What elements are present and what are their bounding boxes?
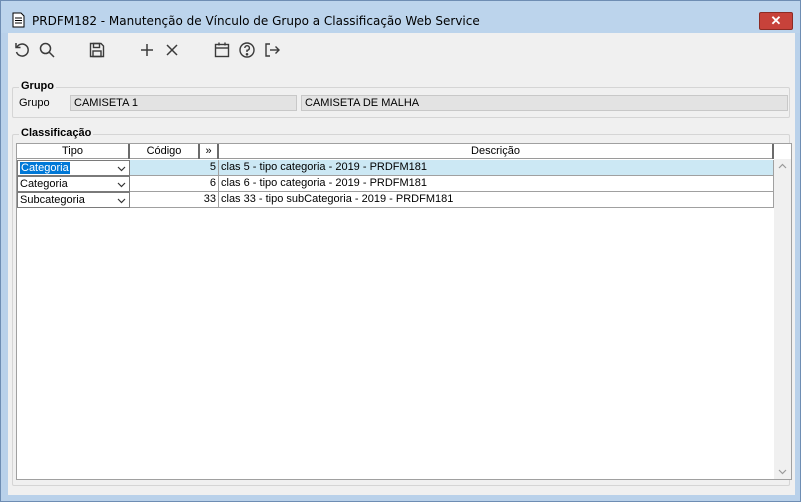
grupo-label: Grupo [19, 97, 50, 109]
codigo-cell[interactable]: 33 [130, 192, 219, 208]
table-row[interactable]: Categoria 5 clas 5 - tipo categoria - 20… [17, 160, 774, 176]
grid-header: Tipo Código » Descrição [17, 144, 774, 159]
exit-button[interactable] [262, 40, 282, 60]
column-header-codigo[interactable]: Código [130, 144, 200, 159]
calendar-icon [214, 42, 230, 58]
close-button[interactable]: ✕ [759, 12, 793, 30]
toolbar [8, 33, 795, 67]
codigo-cell[interactable]: 5 [130, 160, 219, 176]
classificacao-grid: Tipo Código » Descrição Categoria 5 clas… [16, 143, 792, 480]
delete-icon [166, 44, 178, 56]
grupo-description-field[interactable]: CAMISETA DE MALHA [301, 95, 788, 111]
save-icon [89, 42, 105, 58]
help-icon [239, 42, 255, 58]
scroll-down-icon[interactable] [778, 469, 787, 475]
exit-icon [265, 43, 280, 57]
save-button[interactable] [87, 40, 107, 60]
scroll-up-icon[interactable] [778, 163, 787, 169]
table-row[interactable]: Subcategoria 33 clas 33 - tipo subCatego… [17, 192, 774, 208]
title-bar: PRDFM182 - Manutenção de Vínculo de Grup… [1, 1, 800, 33]
column-header-tipo[interactable]: Tipo [17, 144, 130, 159]
undo-button[interactable] [12, 40, 32, 60]
delete-button[interactable] [162, 40, 182, 60]
document-icon [12, 12, 25, 28]
window-title: PRDFM182 - Manutenção de Vínculo de Grup… [32, 14, 480, 28]
descricao-cell[interactable]: clas 6 - tipo categoria - 2019 - PRDFM18… [219, 176, 774, 192]
column-header-descricao[interactable]: Descrição [219, 144, 774, 159]
chevron-down-icon [117, 182, 126, 188]
chevron-down-icon [117, 198, 126, 204]
calendar-button[interactable] [212, 40, 232, 60]
tipo-value: Categoria [20, 162, 70, 174]
grupo-code-field[interactable]: CAMISETA 1 [70, 95, 297, 111]
codigo-cell[interactable]: 6 [130, 176, 219, 192]
close-icon: ✕ [770, 13, 782, 28]
client-area: Grupo Grupo CAMISETA 1 CAMISETA DE MALHA… [8, 33, 795, 495]
add-icon [141, 44, 153, 56]
grupo-section-title: Grupo [19, 80, 56, 92]
vertical-scrollbar[interactable] [774, 159, 791, 479]
add-button[interactable] [137, 40, 157, 60]
descricao-cell[interactable]: clas 5 - tipo categoria - 2019 - PRDFM18… [219, 160, 774, 176]
table-row[interactable]: Categoria 6 clas 6 - tipo categoria - 20… [17, 176, 774, 192]
column-header-lookup[interactable]: » [200, 144, 219, 159]
tipo-dropdown[interactable]: Subcategoria [17, 192, 130, 208]
help-button[interactable] [237, 40, 257, 60]
undo-icon [15, 43, 29, 57]
tipo-value: Subcategoria [20, 194, 85, 206]
classificacao-section-title: Classificação [19, 127, 94, 139]
chevron-down-icon [117, 166, 126, 172]
tipo-value: Categoria [20, 178, 68, 190]
search-button[interactable] [37, 40, 57, 60]
descricao-cell[interactable]: clas 33 - tipo subCategoria - 2019 - PRD… [219, 192, 774, 208]
tipo-dropdown[interactable]: Categoria [17, 176, 130, 192]
tipo-dropdown[interactable]: Categoria [17, 160, 130, 176]
search-icon [39, 42, 55, 58]
application-window: PRDFM182 - Manutenção de Vínculo de Grup… [0, 0, 801, 502]
